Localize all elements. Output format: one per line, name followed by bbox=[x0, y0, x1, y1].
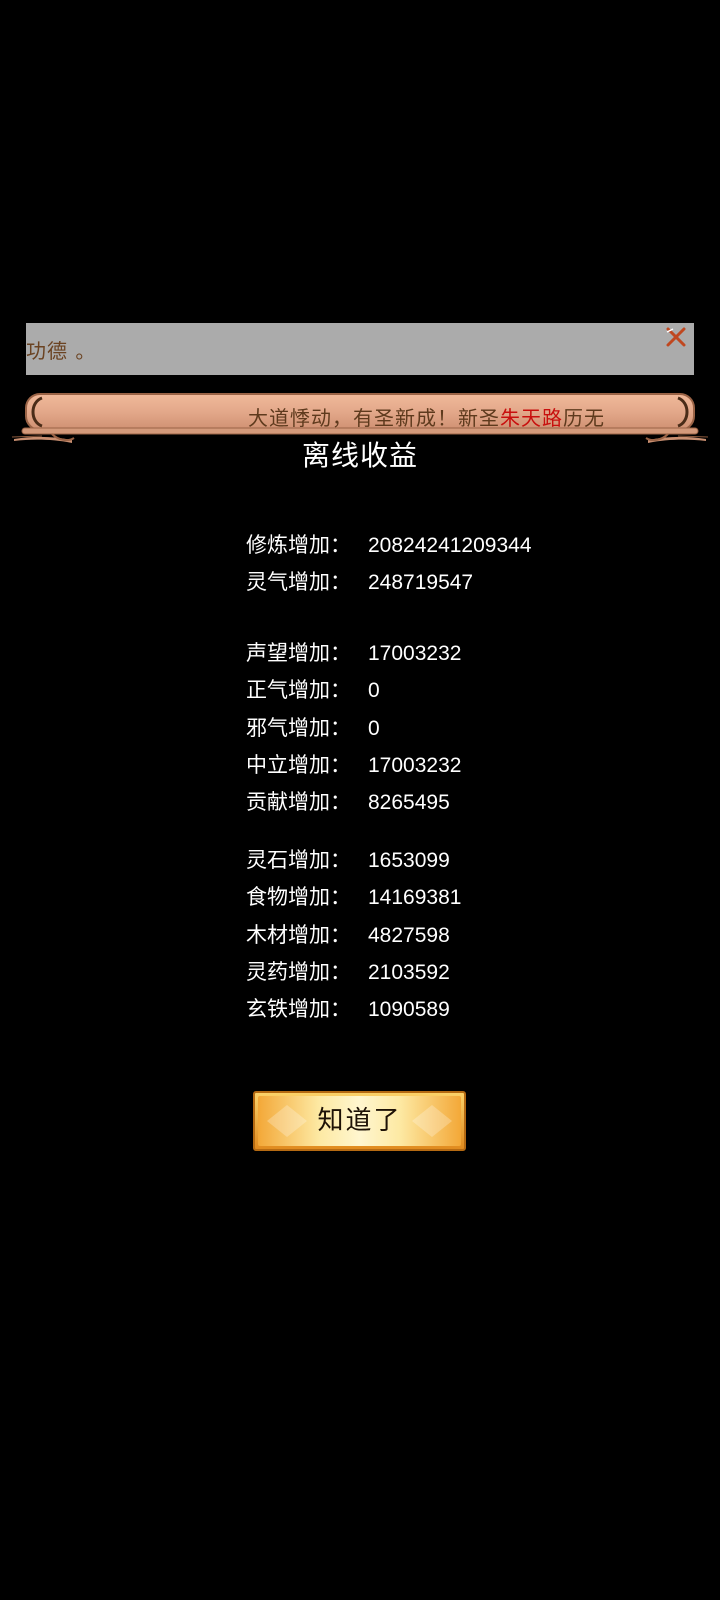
stat-row: 灵药增加： 2103592 bbox=[246, 954, 666, 991]
stat-label: 邪气增加： bbox=[246, 715, 351, 740]
stat-label: 灵药增加： bbox=[246, 959, 351, 984]
stat-label: 声望增加： bbox=[246, 640, 351, 665]
notice-text: 功德 。 bbox=[26, 339, 97, 363]
stat-value: 1090589 bbox=[368, 998, 450, 1022]
stat-value: 20824241209344 bbox=[368, 534, 532, 557]
earnings-list: 修炼增加： 20824241209344 灵气增加： 248719547 声望增加： 17… bbox=[246, 527, 666, 1029]
stat-value: 17003232 bbox=[368, 753, 462, 777]
offline-earnings-screen: 功德 。 大道悸动，有圣新成！新圣朱天路历无 离线收益 修炼增加： 208242… bbox=[0, 0, 720, 1600]
stat-row: 修炼增加： 20824241209344 bbox=[246, 527, 666, 564]
stat-row: 正气增加： 0 bbox=[246, 672, 666, 709]
stat-row: 木材增加： 4827598 bbox=[246, 917, 666, 954]
dialog-title: 离线收益 bbox=[301, 439, 418, 472]
stat-value: 8265495 bbox=[368, 791, 450, 815]
announcement-text: 大道悸动，有圣新成！新圣朱天路历无 bbox=[248, 402, 605, 431]
stat-label: 中立增加： bbox=[246, 752, 351, 777]
stat-group: 灵石增加： 1653099 食物增加： 14169381 木材增加： 4827598 灵药增… bbox=[246, 842, 666, 1029]
stat-label: 玄铁增加： bbox=[246, 997, 351, 1022]
stat-value: 17003232 bbox=[368, 641, 462, 665]
stat-label: 修炼增加： bbox=[246, 533, 351, 557]
stat-row: 灵气增加： 248719547 bbox=[246, 564, 666, 601]
stat-row: 玄铁增加： 1090589 bbox=[246, 991, 666, 1028]
announcement-viewport: 大道悸动，有圣新成！新圣朱天路历无 bbox=[52, 398, 664, 432]
stat-value: 0 bbox=[368, 716, 380, 740]
stat-label: 正气增加： bbox=[246, 678, 351, 703]
stat-row: 邪气增加： 0 bbox=[246, 710, 666, 747]
close-x-icon[interactable] bbox=[664, 326, 688, 348]
stat-label: 灵石增加： bbox=[246, 847, 351, 872]
stat-label: 食物增加： bbox=[246, 885, 351, 910]
stat-value: 0 bbox=[368, 679, 380, 703]
stat-value: 4827598 bbox=[368, 923, 450, 947]
stat-row: 食物增加： 14169381 bbox=[246, 879, 666, 916]
stat-label: 木材增加： bbox=[246, 922, 351, 947]
announcement-highlight-name: 朱天路 bbox=[500, 406, 563, 430]
stat-label: 贡献增加： bbox=[246, 790, 351, 815]
stat-label: 灵气增加： bbox=[246, 570, 351, 595]
stat-value: 248719547 bbox=[368, 571, 474, 595]
stat-row: 声望增加： 17003232 bbox=[246, 635, 666, 672]
stat-value: 1653099 bbox=[368, 848, 450, 872]
confirm-button-label: 知道了 bbox=[317, 1106, 402, 1136]
stat-value: 14169381 bbox=[368, 886, 462, 910]
stat-group: 修炼增加： 20824241209344 灵气增加： 248719547 bbox=[246, 527, 666, 602]
stat-row: 贡献增加： 8265495 bbox=[246, 784, 666, 821]
announcement-text-after: 历无 bbox=[563, 406, 605, 430]
confirm-button[interactable]: 知道了 bbox=[253, 1091, 466, 1151]
announcement-text-before: 大道悸动，有圣新成！新圣 bbox=[248, 406, 500, 430]
notice-bar: 功德 。 bbox=[26, 323, 694, 375]
stat-group: 声望增加： 17003232 正气增加： 0 邪气增加： 0 中立增加： 17003232 贡献… bbox=[246, 635, 666, 822]
stat-row: 中立增加： 17003232 bbox=[246, 747, 666, 784]
stat-row: 灵石增加： 1653099 bbox=[246, 842, 666, 879]
stat-value: 2103592 bbox=[368, 960, 450, 984]
